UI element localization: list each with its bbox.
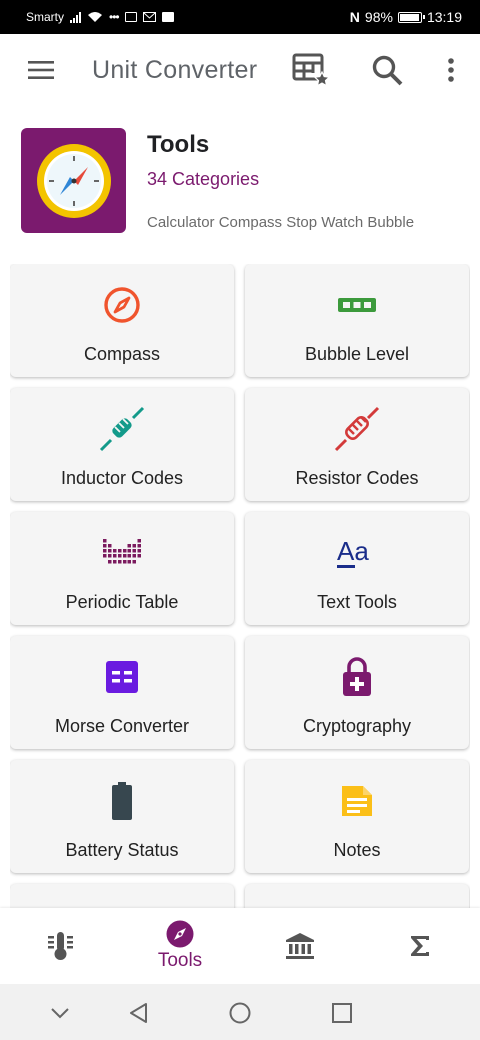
wifi-icon [88,12,103,22]
tool-card-resistor-codes[interactable]: Resistor Codes [245,388,469,501]
back-icon[interactable] [121,996,155,1030]
sigma-icon [411,936,429,956]
app-title: Unit Converter [92,55,258,84]
nav-math[interactable] [360,908,480,984]
resistor-icon [245,406,469,452]
tool-card-partial-left[interactable] [10,884,234,908]
tool-card-inductor-codes[interactable]: Inductor Codes [10,388,234,501]
svg-text:Aa: Aa [337,536,369,566]
text-format-icon: Aa [245,532,469,574]
tool-label: Compass [83,344,161,364]
category-title: Tools [147,131,210,158]
nav-finance[interactable] [240,908,360,984]
tool-label: Resistor Codes [295,468,419,488]
table-favorite-icon[interactable] [292,51,330,89]
bottom-nav: Tools [0,908,480,984]
nfc-icon: N [349,9,360,25]
battery-icon [10,780,234,822]
status-left: Smarty ••• [26,10,174,24]
menu-icon[interactable] [22,51,60,89]
collapse-icon[interactable] [43,996,77,1030]
tool-card-morse-converter[interactable]: Morse Converter [10,636,234,749]
gmail-icon [142,12,156,22]
tool-label: Battery Status [65,840,179,860]
app-actions [292,51,458,89]
carrier-name: Smarty [26,10,65,24]
status-right: N 98% 13:19 [350,9,462,25]
note-icon [245,780,469,822]
tool-label: Text Tools [317,592,397,612]
category-header: Tools 34 Categories Calculator Compass S… [21,128,461,238]
tool-label: Inductor Codes [60,468,184,488]
tool-card-text-tools[interactable]: Aa Text Tools [245,512,469,625]
recents-icon[interactable] [325,996,359,1030]
compass-icon [10,284,234,326]
tool-card-notes[interactable]: Notes [245,760,469,873]
thermometer-icon [48,932,73,960]
signal-icon [70,11,82,23]
morse-icon [10,656,234,698]
tool-card-partial-right[interactable] [245,884,469,908]
nav-converter[interactable] [0,908,120,984]
app-bar: Unit Converter [0,34,480,106]
system-nav-bar [0,984,480,1040]
battery-percent: 98% [364,9,393,25]
tools-grid: Compass Bubble Level Inductor Codes Resi… [10,264,470,908]
tool-label: Notes [333,840,381,860]
bank-icon [286,933,314,959]
tool-card-cryptography[interactable]: Cryptography [245,636,469,749]
tool-label: Cryptography [302,716,412,736]
compass-icon [166,920,194,948]
tool-card-battery-status[interactable]: Battery Status [10,760,234,873]
notification-icon [124,12,137,22]
clock: 13:19 [426,9,462,25]
battery-icon [397,11,425,23]
tool-label: Bubble Level [304,344,410,364]
periodic-table-icon [10,532,234,574]
tool-card-compass[interactable]: Compass [10,264,234,377]
nav-tools[interactable]: Tools [120,908,240,984]
lock-icon [245,656,469,698]
home-icon[interactable] [223,996,257,1030]
tool-label: Morse Converter [54,716,190,736]
dots-icon: ••• [109,10,120,24]
nav-label-tools: Tools [157,950,203,971]
bubble-level-icon [245,284,469,326]
tool-label: Periodic Table [65,592,179,612]
more-vert-icon[interactable] [444,51,458,89]
compass-icon [21,128,126,233]
search-icon[interactable] [368,51,406,89]
category-description: Calculator Compass Stop Watch Bubble [147,214,415,231]
category-count: 34 Categories [147,169,260,189]
tool-card-periodic-table[interactable]: Periodic Table [10,512,234,625]
linkedin-icon [161,12,174,22]
status-bar: Smarty ••• N 98% 13:19 [0,0,480,34]
inductor-icon [10,406,234,452]
tool-card-bubble-level[interactable]: Bubble Level [245,264,469,377]
